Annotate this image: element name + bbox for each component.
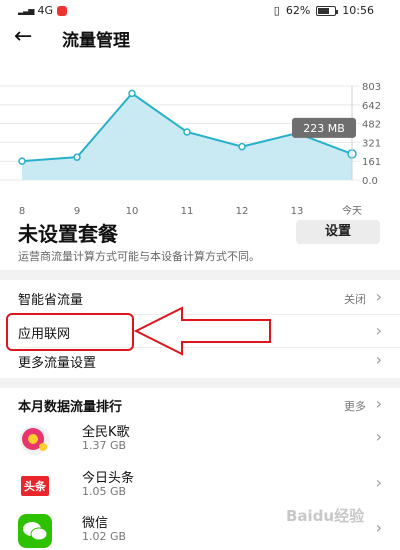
data-point <box>128 89 136 98</box>
app-size: 1.05 GB <box>82 485 127 498</box>
chevron-right-icon: › <box>375 321 382 340</box>
page-title: 流量管理 <box>62 31 130 51</box>
title-bar: ← 流量管理 <box>0 22 400 56</box>
y-tick-label: 0.0 <box>362 176 378 187</box>
app-size: 1.02 GB <box>82 530 127 543</box>
chevron-right-icon: › <box>375 473 382 492</box>
app-name: 今日头条 <box>82 471 135 486</box>
y-tick-label: 642 <box>362 101 381 112</box>
battery-icon <box>316 5 339 16</box>
data-point <box>73 153 81 161</box>
y-tick-label: 161 <box>362 157 381 168</box>
data-point <box>183 128 191 136</box>
usage-chart: 803 642 482 321 161 0.0 8 9 10 11 12 13 今天 223 MB <box>0 82 381 217</box>
status-left: ▂▃▅ 4G <box>18 4 67 17</box>
section-divider <box>0 378 400 388</box>
smart-saver-value: 关闭 <box>344 293 366 306</box>
vibrate-icon: ▯ <box>273 4 280 17</box>
chevron-right-icon[interactable]: › <box>376 394 382 413</box>
list-item[interactable]: 头条 今日头条 1.05 GB › <box>0 461 400 509</box>
x-tick-label: 9 <box>74 206 80 217</box>
toutiao-icon: 头条 <box>18 469 52 503</box>
status-bar: ▂▃▅ 4G ▯ 62% 10:56 <box>0 0 400 22</box>
more-settings-label: 更多流量设置 <box>18 356 97 371</box>
y-tick-label: 321 <box>362 138 381 149</box>
highlight-box <box>6 313 134 351</box>
x-tick-label: 11 <box>181 206 194 217</box>
x-tick-label: 10 <box>126 206 139 217</box>
wechat-icon <box>18 514 52 548</box>
toutiao-icon-text: 头条 <box>21 476 49 496</box>
data-point <box>18 157 26 165</box>
app-name: 微信 <box>82 516 109 531</box>
set-plan-button[interactable]: 设置 <box>296 220 380 244</box>
notification-app-icon <box>57 5 67 16</box>
chevron-right-icon: › <box>375 518 382 537</box>
smart-saver-label: 智能省流量 <box>18 293 84 308</box>
app-name: 全民K歌 <box>82 425 130 440</box>
plan-note: 运营商流量计算方式可能与本设备计算方式不同。 <box>18 250 260 263</box>
signal-icon: ▂▃▅ <box>18 6 35 15</box>
x-tick-label: 8 <box>19 206 25 217</box>
tooltip-value: 223 MB <box>303 122 345 135</box>
chevron-right-icon: › <box>375 427 382 446</box>
x-tick-label: 12 <box>236 206 249 217</box>
chevron-right-icon: › <box>375 287 382 306</box>
y-tick-label: 803 <box>362 82 381 93</box>
kge-icon <box>20 425 50 455</box>
back-arrow-icon[interactable]: ← <box>14 22 44 52</box>
watermark: Baidu经验 <box>286 507 365 525</box>
clock: 10:56 <box>342 4 374 17</box>
chevron-right-icon: › <box>375 350 382 369</box>
y-tick-label: 482 <box>362 120 381 131</box>
list-item[interactable]: 全民K歌 1.37 GB › <box>0 415 400 463</box>
x-tick-label: 今天 <box>342 204 362 217</box>
status-right: ▯ 62% 10:56 <box>274 4 374 17</box>
carrier-label: 4G <box>37 4 53 17</box>
data-point <box>238 142 246 151</box>
ranking-title: 本月数据流量排行 <box>18 400 123 415</box>
x-tick-label: 13 <box>291 206 304 217</box>
battery-percent: 62% <box>285 4 311 17</box>
plan-title: 未设置套餐 <box>18 222 118 246</box>
section-divider <box>0 270 400 280</box>
ranking-more-link[interactable]: 更多 <box>344 398 366 414</box>
app-size: 1.37 GB <box>82 439 127 452</box>
annotation-arrow-icon <box>134 306 271 356</box>
